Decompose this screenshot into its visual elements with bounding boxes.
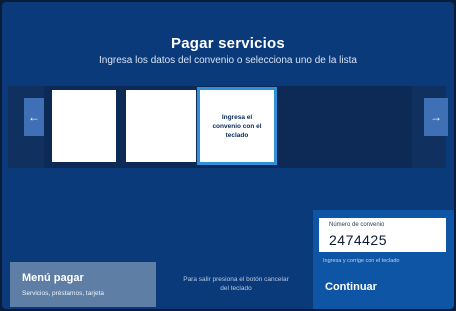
convenio-input-label: Número de convenio bbox=[329, 222, 385, 228]
menu-pagar-button[interactable]: Menú pagar Servicios, préstamos, tarjeta bbox=[10, 262, 156, 307]
convenio-card-2[interactable] bbox=[126, 90, 196, 162]
keyboard-entry-card[interactable]: Ingresa el convenio con el teclado bbox=[200, 90, 274, 162]
convenio-input[interactable]: Número de convenio 2474425 bbox=[319, 218, 446, 252]
convenio-input-value: 2474425 bbox=[329, 232, 388, 248]
arrow-left-icon: ← bbox=[28, 110, 40, 124]
arrow-right-icon: → bbox=[430, 110, 442, 124]
convenio-card-1[interactable] bbox=[52, 90, 116, 162]
page-title: Pagar servicios bbox=[171, 35, 285, 52]
page-subtitle: Ingresa los datos del convenio o selecci… bbox=[99, 55, 357, 66]
convenio-helper-text: Ingresa y corrige con el teclado bbox=[323, 258, 400, 264]
menu-pagar-title: Menú pagar bbox=[22, 272, 84, 284]
convenio-carousel: ← Ingresa el convenio con el teclado → bbox=[8, 86, 448, 168]
atm-screen: Pagar servicios Ingresa los datos del co… bbox=[2, 2, 454, 309]
exit-hint: Para salir presiona el botón cancelar de… bbox=[183, 276, 289, 292]
menu-pagar-subtitle: Servicios, préstamos, tarjeta bbox=[22, 290, 105, 297]
continue-button[interactable]: Continuar bbox=[319, 268, 450, 306]
carousel-prev-button[interactable]: ← bbox=[24, 98, 44, 136]
carousel-next-button[interactable]: → bbox=[424, 98, 448, 136]
convenio-panel: Número de convenio 2474425 Ingresa y cor… bbox=[313, 210, 454, 309]
keyboard-card-label: Ingresa el convenio con el teclado bbox=[212, 113, 262, 139]
